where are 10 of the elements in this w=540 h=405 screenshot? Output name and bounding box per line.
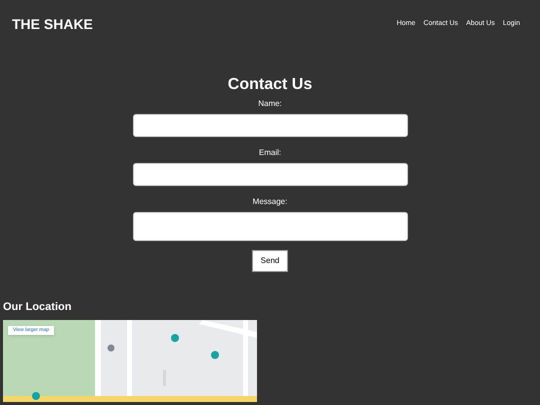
site-title: THE SHAKE <box>12 14 93 34</box>
field-label: Message: <box>252 197 288 207</box>
input-field[interactable] <box>132 114 408 137</box>
contact-heading: Contact Us <box>228 75 312 95</box>
message-field[interactable] <box>132 212 408 241</box>
field-label: Name: <box>258 99 282 109</box>
field-label: Email: <box>258 148 282 158</box>
input-field[interactable] <box>132 163 408 186</box>
send-button[interactable]: Send <box>252 250 288 272</box>
location-heading: Our Location <box>3 300 72 314</box>
